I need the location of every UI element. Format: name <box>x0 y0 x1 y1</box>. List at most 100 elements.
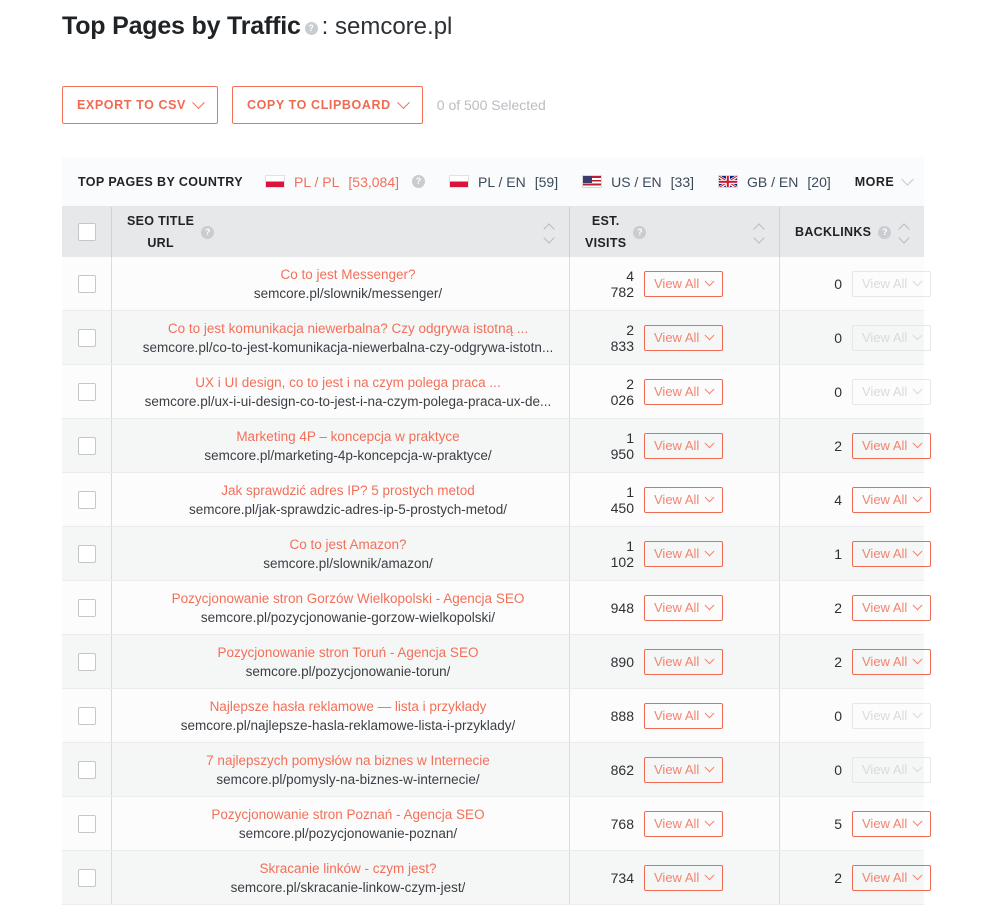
page-url: semcore.pl/ux-i-ui-design-co-to-jest-i-n… <box>144 393 552 409</box>
page-url: semcore.pl/slownik/messenger/ <box>253 285 443 301</box>
view-all-visits-button[interactable]: View All <box>644 648 724 675</box>
page-title-link[interactable]: UX i UI design, co to jest i na czym pol… <box>195 374 500 391</box>
sort-backlinks-button[interactable] <box>900 224 910 241</box>
view-all-visits-button[interactable]: View All <box>644 432 724 459</box>
help-icon[interactable]: ? <box>878 225 892 239</box>
row-checkbox[interactable] <box>77 328 96 347</box>
view-all-backlinks-button[interactable]: View All <box>852 540 932 567</box>
view-all-visits-button[interactable]: View All <box>644 810 724 837</box>
row-backlinks-cell: 0 View All <box>779 365 932 418</box>
row-page-cell: Co to jest komunikacja niewerbalna? Czy … <box>112 311 569 364</box>
backlinks-value: 4 <box>834 491 842 508</box>
view-all-visits-button[interactable]: View All <box>644 756 724 783</box>
page-title-link[interactable]: Co to jest komunikacja niewerbalna? Czy … <box>168 320 528 337</box>
table-row: Co to jest komunikacja niewerbalna? Czy … <box>62 311 932 365</box>
row-checkbox[interactable] <box>77 274 96 293</box>
page-title-link[interactable]: Marketing 4P – koncepcja w praktyce <box>236 428 459 445</box>
row-checkbox[interactable] <box>77 490 96 509</box>
est-visits-value: 2 026 <box>610 375 634 408</box>
row-est-visits-cell: 1 950 View All <box>569 419 779 472</box>
row-checkbox[interactable] <box>77 706 96 725</box>
page-title-link[interactable]: Co to jest Amazon? <box>289 536 406 553</box>
view-all-visits-button[interactable]: View All <box>644 378 724 405</box>
country-code: US / EN <box>611 173 662 190</box>
export-to-csv-label: EXPORT TO CSV <box>77 98 186 112</box>
row-est-visits-cell: 890 View All <box>569 635 779 688</box>
view-all-visits-button[interactable]: View All <box>644 594 724 621</box>
row-checkbox[interactable] <box>77 814 96 833</box>
view-all-backlinks-button[interactable]: View All <box>852 648 932 675</box>
view-all-backlinks-button[interactable]: View All <box>852 432 932 459</box>
view-all-label: View All <box>654 762 700 777</box>
selection-count: 0 of 500 Selected <box>436 97 546 113</box>
row-backlinks-cell: 0 View All <box>779 743 932 796</box>
select-all-checkbox[interactable] <box>77 223 96 241</box>
row-est-visits-cell: 888 View All <box>569 689 779 742</box>
row-checkbox[interactable] <box>77 598 96 617</box>
country-tab-gb-en[interactable]: GB / EN [20] <box>718 174 831 190</box>
chevron-down-icon <box>704 438 715 449</box>
row-checkbox[interactable] <box>77 544 96 563</box>
row-select-cell <box>62 689 112 742</box>
view-all-visits-button[interactable]: View All <box>644 270 724 297</box>
page-title-link[interactable]: Pozycjonowanie stron Gorzów Wielkopolski… <box>172 590 525 607</box>
page-url: semcore.pl/pomysly-na-biznes-w-interneci… <box>216 771 480 787</box>
view-all-backlinks-button[interactable]: View All <box>852 486 932 513</box>
page-title-link[interactable]: Pozycjonowanie stron Poznań - Agencja SE… <box>211 806 484 823</box>
help-icon[interactable]: ? <box>304 22 318 35</box>
row-backlinks-cell: 2 View All <box>779 851 932 904</box>
view-all-backlinks-button[interactable]: View All <box>852 810 932 837</box>
view-all-visits-button[interactable]: View All <box>644 324 724 351</box>
row-checkbox[interactable] <box>77 868 96 887</box>
view-all-visits-button[interactable]: View All <box>644 486 724 513</box>
chevron-down-icon <box>912 762 923 773</box>
row-est-visits-cell: 1 450 View All <box>569 473 779 526</box>
view-all-visits-button[interactable]: View All <box>644 702 724 729</box>
row-checkbox[interactable] <box>77 652 96 671</box>
country-tab-pl-en[interactable]: PL / EN [59] <box>449 174 558 190</box>
sort-est-visits-button[interactable] <box>755 224 765 241</box>
row-select-cell <box>62 365 112 418</box>
table-row: Marketing 4P – koncepcja w praktyce semco… <box>62 419 932 473</box>
row-est-visits-cell: 4 782 View All <box>569 257 779 310</box>
row-est-visits-cell: 2 833 View All <box>569 311 779 364</box>
page-title-link[interactable]: 7 najlepszych pomysłów na biznes w Inter… <box>206 752 490 769</box>
column-est-visits[interactable]: EST. VISITS ? <box>569 207 779 257</box>
page-title-link[interactable]: Pozycjonowanie stron Toruń - Agencja SEO <box>218 644 479 661</box>
country-tab-us-en[interactable]: US / EN [33] <box>582 174 694 190</box>
est-visits-value: 2 833 <box>610 321 634 354</box>
copy-to-clipboard-button[interactable]: COPY TO CLIPBOARD <box>231 86 423 124</box>
country-tab-pl-pl[interactable]: PL / PL [53,084] ? <box>264 174 425 190</box>
page-title-link[interactable]: Jak sprawdzić adres IP? 5 prostych metod <box>221 482 475 499</box>
row-checkbox[interactable] <box>77 760 96 779</box>
row-checkbox[interactable] <box>77 382 96 401</box>
chevron-down-icon <box>912 384 923 395</box>
help-icon[interactable]: ? <box>633 225 647 239</box>
view-all-label: View All <box>862 600 908 615</box>
table-row: UX i UI design, co to jest i na czym pol… <box>62 365 932 419</box>
flag-pl-icon <box>449 175 469 188</box>
page-title-link[interactable]: Skracanie linków - czym jest? <box>259 860 436 877</box>
row-checkbox[interactable] <box>77 436 96 455</box>
row-page-cell: Pozycjonowanie stron Poznań - Agencja SE… <box>112 797 569 850</box>
view-all-backlinks-button[interactable]: View All <box>852 594 932 621</box>
column-seo-title[interactable]: SEO TITLE URL ? <box>112 207 569 257</box>
help-icon[interactable]: ? <box>201 225 215 239</box>
export-to-csv-button[interactable]: EXPORT TO CSV <box>62 86 218 124</box>
view-all-backlinks-button[interactable]: View All <box>852 864 932 891</box>
backlinks-value: 2 <box>834 437 842 454</box>
page-title-link[interactable]: Co to jest Messenger? <box>280 266 415 283</box>
column-backlinks[interactable]: BACKLINKS ? <box>779 207 924 257</box>
page-url: semcore.pl/pozycjonowanie-poznan/ <box>238 825 458 841</box>
row-select-cell <box>62 635 112 688</box>
view-all-visits-button[interactable]: View All <box>644 864 724 891</box>
help-icon[interactable]: ? <box>412 175 425 188</box>
sort-seo-title-button[interactable] <box>545 224 555 241</box>
chevron-down-icon <box>912 600 923 611</box>
view-all-visits-button[interactable]: View All <box>644 540 724 567</box>
row-page-cell: UX i UI design, co to jest i na czym pol… <box>112 365 569 418</box>
more-countries-button[interactable]: MORE <box>855 173 915 189</box>
view-all-label: View All <box>654 654 700 669</box>
page-title-link[interactable]: Najlepsze hasła reklamowe — lista i przy… <box>210 698 487 715</box>
table-row: Co to jest Messenger? semcore.pl/slownik/… <box>62 257 932 311</box>
